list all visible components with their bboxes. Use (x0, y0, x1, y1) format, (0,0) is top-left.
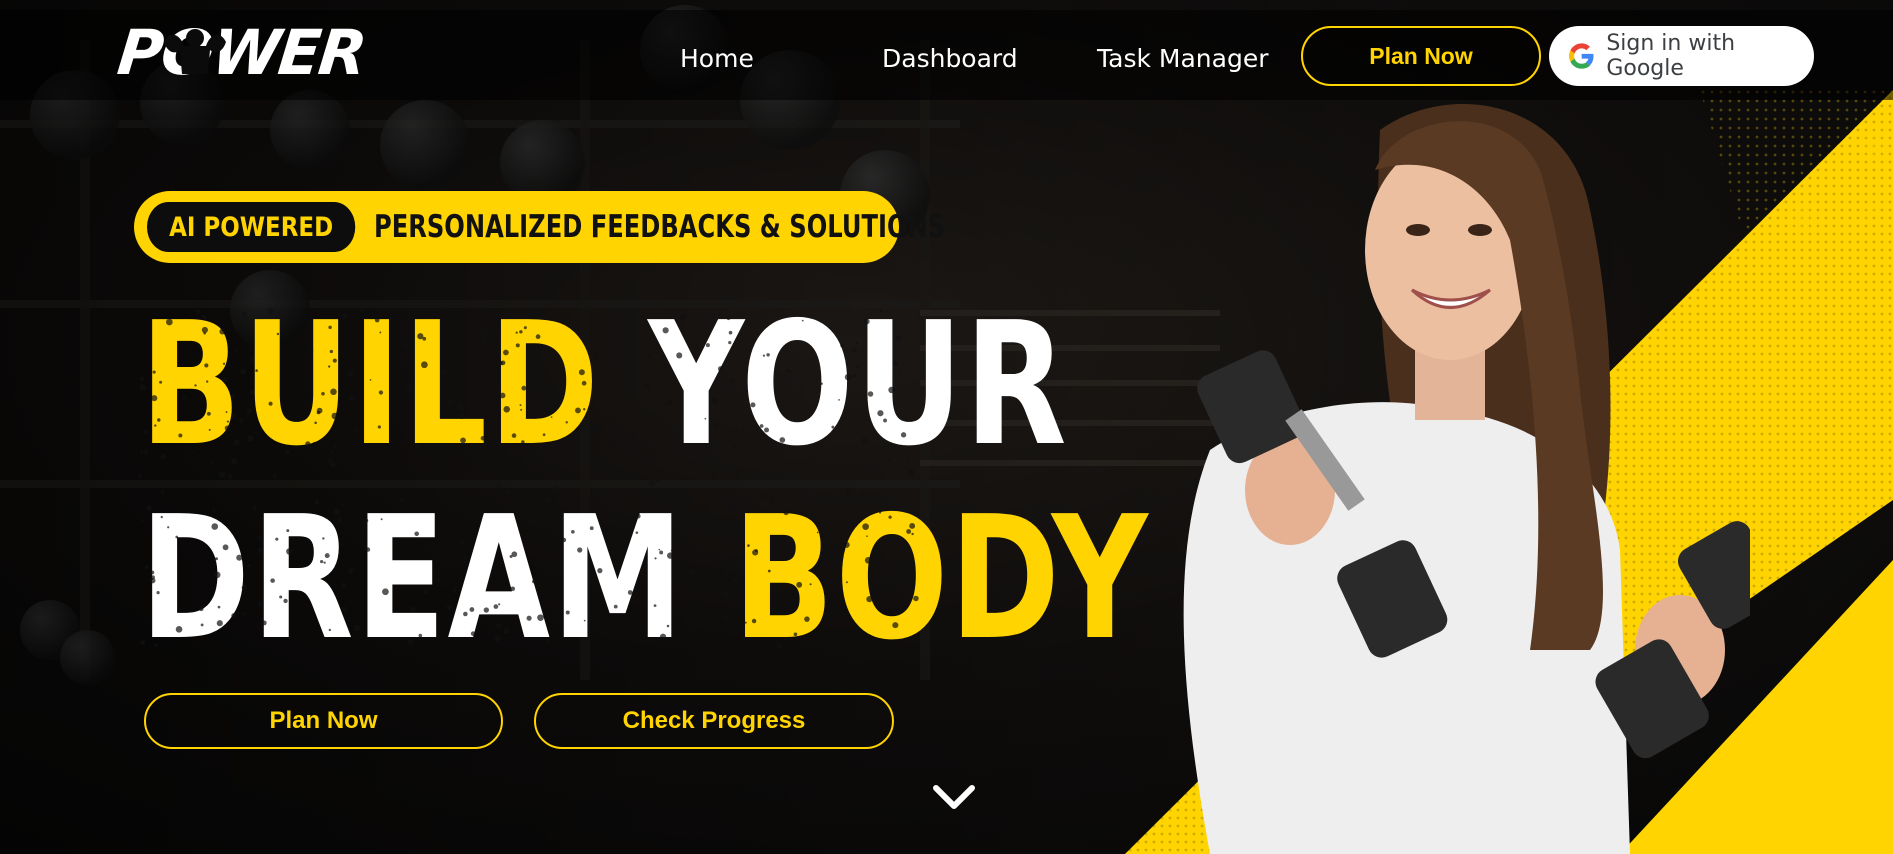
tagline-pill: AI POWERED PERSONALIZED FEEDBACKS & SOLU… (134, 191, 945, 263)
hero-section: POWER Home Dashboard Task Manager Plan N… (0, 0, 1893, 854)
ai-powered-badge: AI POWERED (147, 202, 356, 252)
headline-line-1: BUILD YOUR (140, 300, 1068, 470)
chevron-down-icon[interactable] (932, 780, 976, 816)
ai-powered-label: AI POWERED (169, 211, 334, 243)
headline-word-your: YOUR (648, 286, 1069, 484)
bodybuilder-silhouette-icon (164, 29, 226, 74)
headline-word-build: BUILD (140, 286, 601, 484)
google-sign-in-button[interactable]: Sign in with Google (1549, 26, 1814, 86)
nav-plan-now-label: Plan Now (1369, 42, 1473, 69)
nav-home-link[interactable]: Home (680, 44, 754, 73)
tagline-text: PERSONALIZED FEEDBACKS & SOLUTIONS (374, 209, 946, 245)
athlete-image (1183, 104, 1750, 854)
logo[interactable]: POWER (114, 16, 368, 89)
nav-dashboard-link[interactable]: Dashboard (882, 44, 1018, 73)
check-progress-label: Check Progress (622, 707, 806, 734)
check-progress-button[interactable]: Check Progress (534, 693, 894, 749)
nav-plan-now-button[interactable]: Plan Now (1301, 26, 1541, 86)
nav-task-manager-link[interactable]: Task Manager (1097, 44, 1268, 73)
headline-word-body: BODY (732, 480, 1150, 678)
hero-plan-now-label: Plan Now (269, 707, 378, 734)
headline-line-2: DREAM BODY (140, 494, 1149, 664)
google-g-icon (1569, 43, 1594, 69)
google-sign-in-label: Sign in with Google (1606, 31, 1736, 81)
headline-word-dream: DREAM (140, 480, 686, 678)
hero-plan-now-button[interactable]: Plan Now (144, 693, 503, 749)
